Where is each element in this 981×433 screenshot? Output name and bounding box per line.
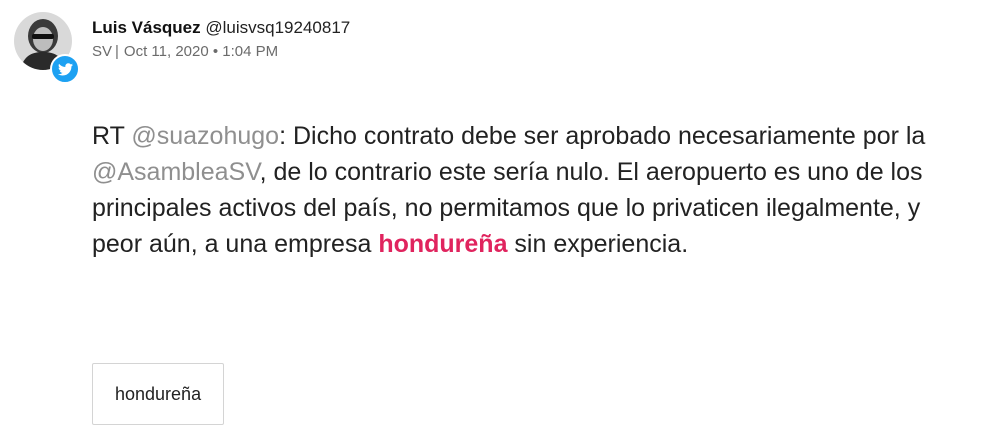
twitter-badge <box>50 54 80 84</box>
meta-line: SV | Oct 11, 2020 • 1:04 PM <box>92 42 350 62</box>
display-name[interactable]: Luis Vásquez <box>92 18 201 37</box>
tweet-text-segment: sin experiencia. <box>507 230 689 258</box>
tweet-text-segment: : Dicho contrato debe ser aprobado neces… <box>279 122 926 150</box>
twitter-bird-icon <box>57 62 73 75</box>
meta-separator: | <box>115 43 119 60</box>
country-code: SV <box>92 43 113 60</box>
highlighted-keyword: hondureña <box>378 230 508 258</box>
avatar-container <box>14 12 80 84</box>
tweet-body: RT @suazohugo: Dicho contrato debe ser a… <box>92 118 972 262</box>
tweet-header: Luis Vásquez @luisvsq19240817 SV | Oct 11,… <box>92 17 350 62</box>
keyword-tag[interactable]: hondureña <box>92 363 225 425</box>
user-line: Luis Vásquez @luisvsq19240817 <box>92 17 350 39</box>
tweet-prefix: RT <box>92 122 132 150</box>
user-handle[interactable]: @luisvsq19240817 <box>205 18 350 37</box>
mention-link[interactable]: @AsambleaSV <box>92 158 260 186</box>
tweet-date[interactable]: Oct 11, 2020 • 1:04 PM <box>124 43 278 60</box>
mention-link[interactable]: @suazohugo <box>131 122 279 150</box>
